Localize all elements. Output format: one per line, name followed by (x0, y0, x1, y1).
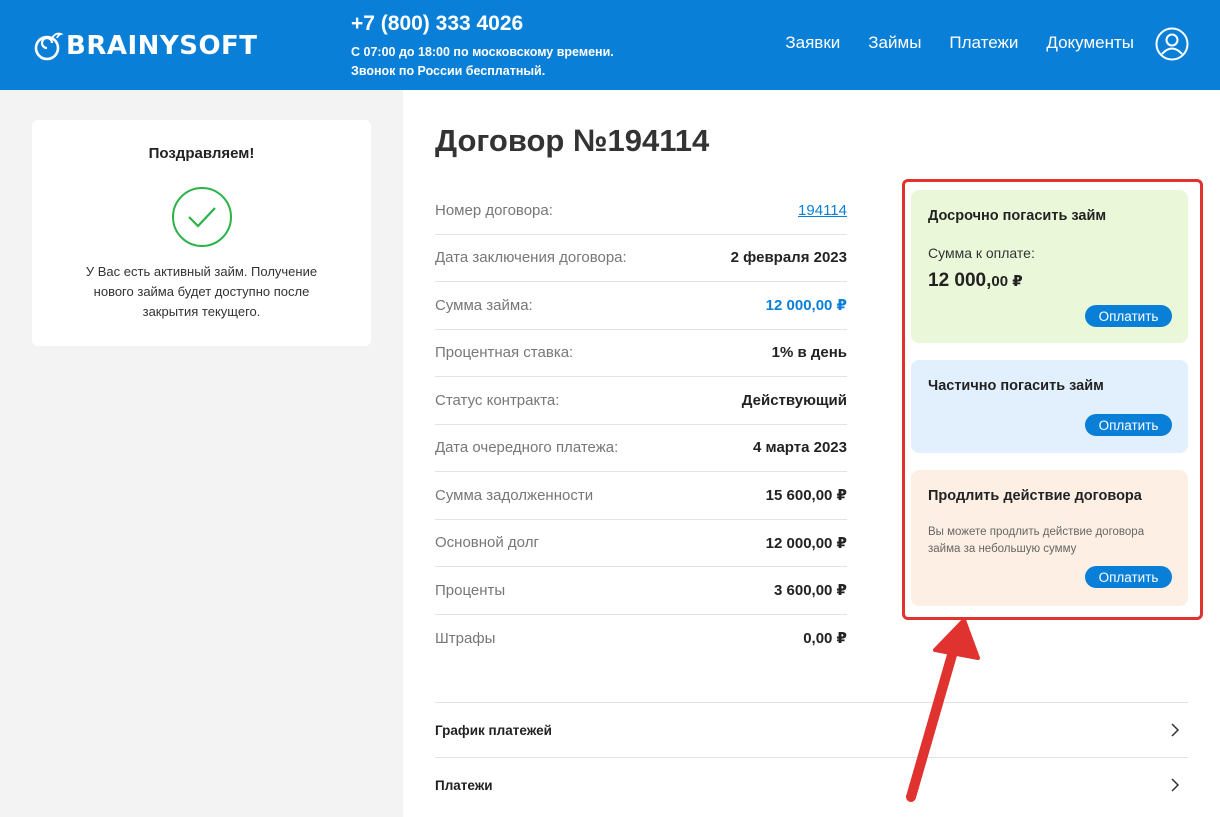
nav-loans[interactable]: Займы (868, 33, 921, 53)
notice-title: Поздравляем! (148, 145, 255, 162)
page-title: Договор №194114 (435, 123, 710, 158)
detail-label: Номер договора: (435, 201, 553, 219)
detail-label: Основной долг (435, 534, 539, 552)
detail-label: Штрафы (435, 629, 496, 647)
detail-value: 2 февраля 2023 (730, 249, 847, 267)
loan-amount-value: 12 000,00 ₽ (765, 297, 847, 315)
detail-value: 12 000,00 ₽ (765, 534, 847, 552)
detail-value: 4 марта 2023 (753, 439, 847, 457)
extend-contract-description: Вы можете продлить действие договора зай… (928, 526, 1145, 555)
detail-label: Дата очередного платежа: (435, 439, 619, 457)
logo-swirl-icon (34, 32, 64, 61)
detail-label: Статус контракта: (435, 391, 560, 409)
notice-message: У Вас есть активный займ. Получение ново… (85, 264, 318, 319)
early-pay-button[interactable]: Оплатить (1085, 305, 1172, 327)
payment-schedule-accordion[interactable]: График платежей (435, 702, 1188, 757)
contract-number-link[interactable]: 194114 (798, 202, 847, 219)
support-phone[interactable]: +7 (800) 333 4026 (351, 12, 523, 36)
detail-label: Процентная ставка: (435, 344, 574, 362)
detail-value: 15 600,00 ₽ (765, 487, 847, 505)
brand-logo[interactable]: BRAINYSOFT (32, 26, 258, 66)
detail-row: Дата заключения договора: 2 февраля 2023 (435, 235, 847, 282)
user-circle-icon[interactable] (1155, 27, 1189, 61)
detail-label: Сумма задолженности (435, 486, 594, 504)
detail-row: Штрафы 0,00 ₽ (435, 615, 847, 663)
chevron-right-icon (1171, 723, 1180, 737)
contract-panel: Договор №194114 Номер договора: 194114 Д… (403, 90, 1220, 817)
hours-line-1: С 07:00 до 18:00 по московскому времени. (351, 45, 614, 59)
accordion-label: Платежи (435, 777, 493, 793)
partial-repayment-card: Частично погасить займ Оплатить (911, 360, 1188, 453)
amount-due-cents: 00 ₽ (991, 273, 1023, 290)
main-nav: Заявки Займы Платежи Документы (785, 33, 1134, 53)
extend-pay-button[interactable]: Оплатить (1085, 566, 1172, 588)
detail-label: Сумма займа: (435, 296, 533, 314)
amount-due-value: 12 000,00 ₽ (928, 270, 1023, 292)
logo-text: BRAINYSOFT (66, 31, 258, 61)
hours-line-2: Звонок по России бесплатный. (351, 64, 546, 78)
accordion-label: График платежей (435, 722, 552, 738)
amount-due-main: 12 000, (928, 270, 992, 291)
contract-details: Номер договора: 194114 Дата заключения д… (435, 187, 847, 662)
detail-row: Сумма задолженности 15 600,00 ₽ (435, 472, 847, 520)
extend-contract-title: Продлить действие договора (928, 488, 1142, 504)
partial-pay-button[interactable]: Оплатить (1085, 414, 1172, 436)
detail-row: Процентная ставка: 1% в день (435, 330, 847, 377)
payments-accordion[interactable]: Платежи (435, 757, 1188, 812)
detail-row: Дата очередного платежа: 4 марта 2023 (435, 425, 847, 472)
detail-value: 3 600,00 ₽ (774, 582, 847, 600)
detail-row: Сумма займа: 12 000,00 ₽ (435, 282, 847, 330)
check-circle-icon (172, 187, 232, 247)
nav-payments[interactable]: Платежи (949, 33, 1018, 53)
early-repayment-title: Досрочно погасить займ (928, 208, 1107, 224)
detail-label: Дата заключения договора: (435, 249, 627, 267)
detail-row: Номер договора: 194114 (435, 187, 847, 235)
active-loan-notice: Поздравляем! У Вас есть активный займ. П… (32, 120, 371, 346)
extend-contract-card: Продлить действие договора Вы можете про… (911, 470, 1188, 606)
chevron-right-icon (1171, 778, 1180, 792)
top-header: BRAINYSOFT +7 (800) 333 4026 С 07:00 до … (0, 0, 1220, 90)
amount-due-label: Сумма к оплате: (928, 245, 1035, 261)
detail-value: 1% в день (771, 344, 847, 362)
partial-repayment-title: Частично погасить займ (928, 378, 1104, 394)
detail-value: Действующий (741, 391, 847, 409)
early-repayment-card: Досрочно погасить займ Сумма к оплате: 1… (911, 190, 1188, 343)
detail-row: Статус контракта: Действующий (435, 377, 847, 425)
detail-label: Проценты (435, 581, 506, 599)
detail-row: Проценты 3 600,00 ₽ (435, 567, 847, 615)
detail-value: 0,00 ₽ (803, 630, 847, 648)
nav-documents[interactable]: Документы (1046, 33, 1134, 53)
support-hours: С 07:00 до 18:00 по московскому времени.… (351, 43, 614, 81)
nav-applications[interactable]: Заявки (785, 33, 840, 53)
detail-row: Основной долг 12 000,00 ₽ (435, 520, 847, 567)
